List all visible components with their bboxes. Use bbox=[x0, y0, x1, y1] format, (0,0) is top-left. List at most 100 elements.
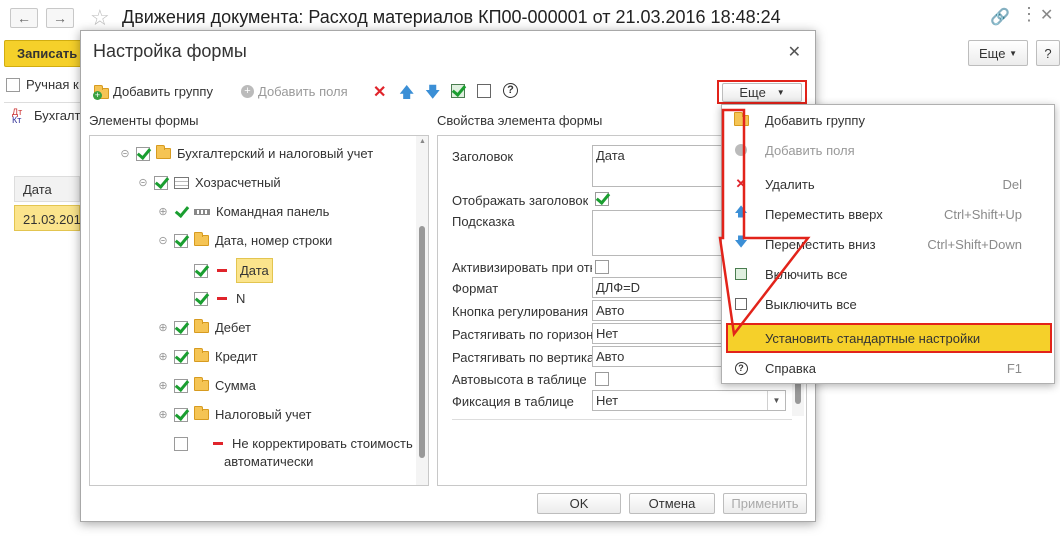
prop-label: Отображать заголовок bbox=[452, 193, 589, 208]
checkbox[interactable] bbox=[174, 407, 188, 422]
tree-item[interactable]: ⊕ Дебет bbox=[158, 319, 251, 335]
tree-item-label-cont: автоматически bbox=[224, 454, 314, 469]
ok-button[interactable]: OK bbox=[537, 493, 621, 514]
dialog-close-icon[interactable]: ✕ bbox=[788, 42, 801, 62]
tree-item[interactable]: ⊝ Бухгалтерский и налоговый учет bbox=[120, 145, 373, 161]
prop-label: Автовысота в таблице bbox=[452, 372, 587, 387]
checkbox[interactable] bbox=[194, 263, 208, 278]
collapse-icon[interactable]: ⊝ bbox=[138, 176, 148, 189]
arrow-down-icon[interactable]: 🡇 bbox=[425, 82, 440, 107]
field-icon bbox=[213, 442, 223, 445]
checkbox[interactable] bbox=[136, 146, 150, 161]
add-fields-icon: + bbox=[241, 85, 254, 98]
prop-label: Активизировать при отк bbox=[452, 260, 592, 275]
prop-label: Фиксация в таблице bbox=[452, 394, 574, 409]
expand-icon[interactable]: ⊕ bbox=[158, 321, 168, 334]
arrow-up-icon[interactable]: 🡅 bbox=[399, 82, 414, 107]
table-header-date: Дата bbox=[14, 176, 80, 202]
prop-label: Растягивать по горизонт bbox=[452, 327, 592, 342]
menu-dots-icon[interactable]: ⋮ bbox=[1020, 4, 1038, 25]
expand-icon[interactable]: ⊕ bbox=[158, 205, 168, 218]
folder-icon bbox=[194, 348, 209, 362]
checkbox[interactable] bbox=[194, 291, 208, 306]
field-icon bbox=[217, 297, 227, 300]
help-button-bg[interactable]: ? bbox=[1036, 40, 1060, 66]
tree-item[interactable]: ⊝ Хозрасчетный bbox=[138, 175, 280, 190]
apply-button[interactable]: Применить bbox=[723, 493, 807, 514]
dt-kt-icon: Дт Кт bbox=[12, 107, 23, 125]
form-settings-dialog: Настройка формы ✕ + Добавить группу + До… bbox=[80, 30, 816, 522]
collapse-icon[interactable]: ⊝ bbox=[120, 147, 130, 160]
right-panel-header: Свойства элемента формы bbox=[437, 113, 603, 128]
field-icon bbox=[217, 269, 227, 272]
prop-label: Растягивать по вертикал bbox=[452, 350, 592, 365]
tree-item[interactable]: ⊕ Командная панель bbox=[158, 204, 329, 219]
tree-item[interactable]: ⊕ Сумма bbox=[158, 377, 256, 393]
prop-label: Заголовок bbox=[452, 149, 514, 164]
folder-icon bbox=[156, 145, 171, 159]
folder-icon bbox=[194, 377, 209, 391]
add-group-icon: + bbox=[93, 84, 109, 100]
table-cell-date[interactable]: 21.03.201 bbox=[14, 205, 81, 231]
tree-item[interactable]: ⊕ Кредит bbox=[158, 348, 258, 364]
tree-item[interactable]: ⊝ Дата, номер строки bbox=[158, 232, 332, 248]
prop-label: Подсказка bbox=[452, 214, 515, 229]
checkbox[interactable] bbox=[174, 349, 188, 364]
scroll-up-icon[interactable]: ▲ bbox=[419, 138, 426, 145]
divider bbox=[452, 419, 792, 420]
folder-icon bbox=[194, 406, 209, 420]
tree-item[interactable]: ⊕ Налоговый учет bbox=[158, 406, 311, 422]
table-icon bbox=[174, 176, 189, 189]
tree-item[interactable]: N bbox=[194, 291, 245, 306]
help-icon[interactable]: ? bbox=[503, 83, 518, 98]
folder-icon bbox=[194, 319, 209, 333]
tree-scrollbar[interactable]: ▲ bbox=[416, 136, 428, 485]
more-button-bg[interactable]: Еще ▼ bbox=[968, 40, 1028, 66]
save-button[interactable]: Записать bbox=[4, 40, 84, 67]
check-all-icon[interactable] bbox=[451, 84, 465, 98]
add-fields-button[interactable]: + Добавить поля bbox=[241, 84, 348, 99]
window-title: Движения документа: Расход материалов КП… bbox=[122, 7, 781, 27]
checkmark-icon[interactable] bbox=[174, 205, 188, 219]
close-window-icon[interactable]: ✕ bbox=[1040, 5, 1053, 25]
menu-item-help[interactable]: ? Справка F1 bbox=[722, 354, 1054, 382]
command-panel-icon bbox=[194, 208, 210, 215]
link-icon[interactable]: 🔗 bbox=[990, 7, 1010, 27]
show-caption-checkbox[interactable] bbox=[595, 192, 609, 206]
checkbox[interactable] bbox=[174, 436, 188, 451]
divider bbox=[4, 102, 84, 103]
dialog-title: Настройка формы bbox=[93, 41, 247, 61]
help-icon: ? bbox=[734, 361, 748, 375]
collapse-icon[interactable]: ⊝ bbox=[158, 234, 168, 247]
tree-item-selected[interactable]: Дата bbox=[194, 258, 273, 283]
add-group-button[interactable]: + Добавить группу bbox=[93, 84, 213, 100]
form-elements-tree[interactable]: ⊝ Бухгалтерский и налоговый учет ⊝ Хозрасч… bbox=[89, 135, 429, 486]
uncheck-all-icon[interactable] bbox=[477, 84, 491, 98]
scroll-thumb[interactable] bbox=[419, 226, 425, 458]
tab-accounting[interactable]: Бухгалт bbox=[34, 108, 80, 123]
checkbox[interactable] bbox=[174, 233, 188, 248]
tree-item[interactable]: Не корректировать стоимость bbox=[174, 436, 413, 451]
checkbox[interactable] bbox=[174, 378, 188, 393]
favorite-star-icon[interactable]: ☆ bbox=[90, 5, 110, 31]
checkbox[interactable] bbox=[154, 175, 168, 190]
arrow-left-icon: ← bbox=[17, 10, 31, 26]
manual-checkbox[interactable] bbox=[6, 77, 20, 92]
fixation-select[interactable]: Нет ▼ bbox=[592, 390, 786, 411]
back-button[interactable]: ← bbox=[10, 8, 38, 28]
manual-checkbox-row[interactable]: Ручная к bbox=[6, 77, 79, 92]
expand-icon[interactable]: ⊕ bbox=[158, 350, 168, 363]
expand-icon[interactable]: ⊕ bbox=[158, 379, 168, 392]
prop-label: Формат bbox=[452, 281, 499, 296]
delete-icon[interactable]: ✕ bbox=[373, 82, 386, 102]
autoheight-checkbox[interactable] bbox=[595, 372, 609, 386]
more-button[interactable]: Еще ▼ bbox=[722, 83, 802, 102]
activate-checkbox[interactable] bbox=[595, 260, 609, 274]
arrow-right-icon: → bbox=[53, 10, 67, 26]
cancel-button[interactable]: Отмена bbox=[629, 493, 715, 514]
checkbox[interactable] bbox=[174, 320, 188, 335]
expand-icon[interactable]: ⊕ bbox=[158, 408, 168, 421]
chevron-down-icon[interactable]: ▼ bbox=[767, 391, 785, 410]
forward-button[interactable]: → bbox=[46, 8, 74, 28]
folder-icon bbox=[194, 232, 209, 246]
